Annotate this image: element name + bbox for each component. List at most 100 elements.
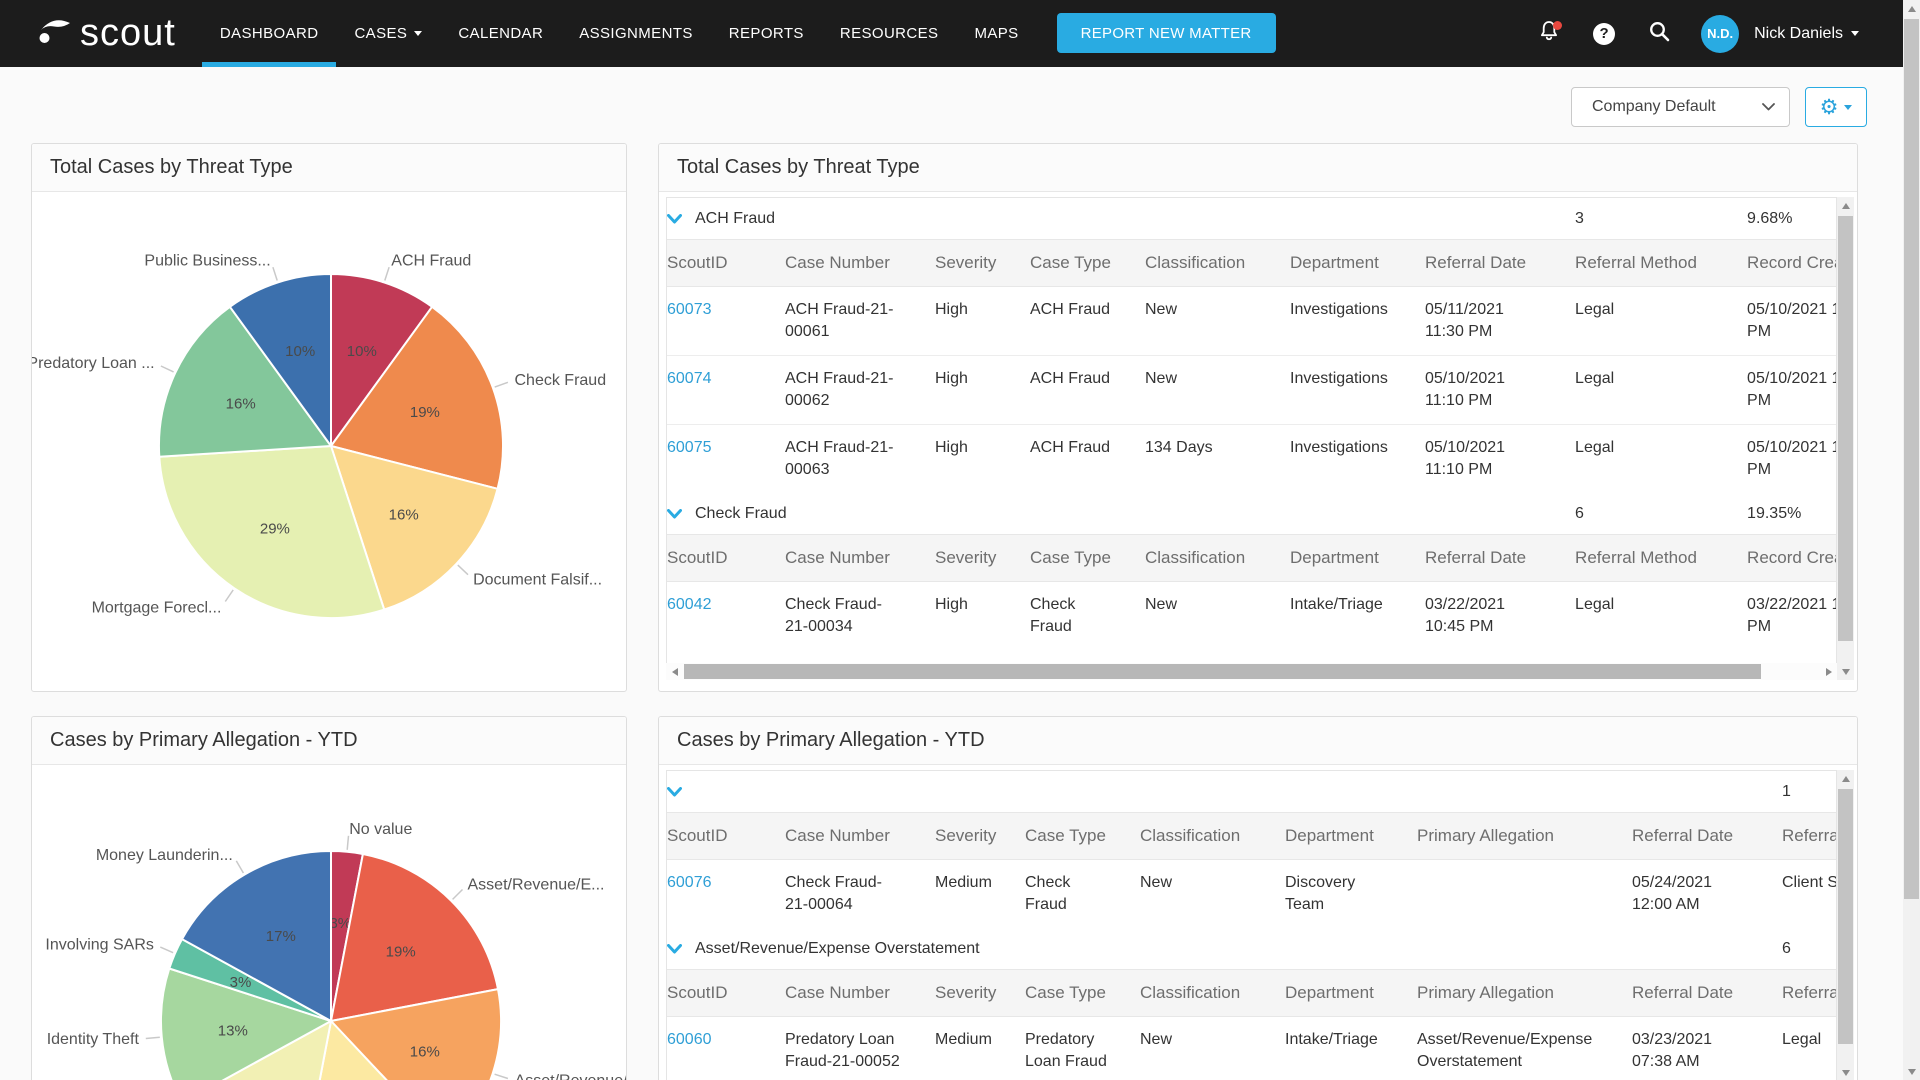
pie-percent-label: 16% [389, 506, 419, 523]
group-percent: 9.68% [1747, 198, 1837, 240]
column-header[interactable]: Case Number [785, 813, 935, 860]
table-row[interactable]: 60076Check Fraud- 21-00064MediumCheck Fr… [667, 860, 1837, 929]
scoutid-cell: 60042 [667, 582, 785, 651]
column-header[interactable]: ScoutID [667, 535, 785, 582]
dashboard-settings-button[interactable]: ⚙ [1805, 87, 1867, 127]
collapse-chevron-icon[interactable] [667, 787, 682, 797]
scoutid-link[interactable]: 60060 [667, 1031, 712, 1048]
column-header[interactable]: Severity [935, 535, 1030, 582]
table-row[interactable]: 60042Check Fraud- 21-00034HighCheck Frau… [667, 582, 1837, 651]
collapse-chevron-icon[interactable] [667, 509, 682, 519]
column-header[interactable]: Referral Method [1782, 813, 1837, 860]
scrollbar-thumb[interactable] [1838, 216, 1853, 641]
pie-percent-label: 13% [218, 1022, 248, 1039]
column-header[interactable]: Primary Allegation [1417, 970, 1632, 1017]
table-row[interactable]: 60075ACH Fraud-21- 00063HighACH Fraud134… [667, 425, 1837, 494]
column-header[interactable]: Case Number [785, 535, 935, 582]
table-row[interactable]: 60060Predatory Loan Fraud-21-00052Medium… [667, 1017, 1837, 1080]
user-menu[interactable]: Nick Daniels [1754, 25, 1859, 43]
nav-item-reports[interactable]: REPORTS [711, 0, 822, 67]
group-count: 1 [1782, 771, 1837, 813]
nav-item-dashboard[interactable]: DASHBOARD [202, 0, 337, 67]
table-cell: Legal [1575, 582, 1747, 651]
table-cell: Legal [1782, 1017, 1837, 1080]
panel-title: Total Cases by Threat Type [50, 156, 293, 179]
column-header[interactable]: Classification [1140, 813, 1285, 860]
help-button[interactable]: ? [1591, 21, 1617, 47]
column-header[interactable]: Classification [1140, 970, 1285, 1017]
column-header[interactable]: Department [1285, 813, 1417, 860]
scoutid-link[interactable]: 60073 [667, 301, 712, 318]
table-row[interactable]: 60073ACH Fraud-21- 00061HighACH FraudNew… [667, 287, 1837, 356]
column-header[interactable]: Referral Date [1425, 240, 1575, 287]
report-new-matter-button[interactable]: REPORT NEW MATTER [1057, 13, 1276, 53]
column-header[interactable]: Case Number [785, 970, 935, 1017]
column-header[interactable]: Referral Method [1575, 535, 1747, 582]
column-header[interactable]: Severity [935, 813, 1025, 860]
column-header[interactable]: Department [1290, 240, 1425, 287]
table-vertical-scrollbar[interactable] [1837, 770, 1854, 1080]
group-row: ACH Fraud39.68% [667, 198, 1837, 240]
scoutid-link[interactable]: 60075 [667, 439, 712, 456]
page-scrollbar[interactable] [1903, 0, 1920, 1080]
nav-item-label: REPORTS [729, 25, 804, 42]
column-header[interactable]: ScoutID [667, 813, 785, 860]
column-header[interactable]: ScoutID [667, 970, 785, 1017]
nav-menu: DASHBOARDCASESCALENDAR ASSIGNMENTS REPORTS… [202, 0, 1037, 67]
column-header[interactable]: Record Created [1747, 535, 1837, 582]
pie-slice-label: Predatory Loan ... [32, 355, 155, 372]
nav-item-calendar[interactable]: CALENDAR [440, 0, 561, 67]
column-header[interactable]: Case Type [1030, 240, 1145, 287]
column-header[interactable]: Referral Method [1575, 240, 1747, 287]
column-header[interactable]: Record Created [1747, 240, 1837, 287]
collapse-chevron-icon[interactable] [667, 944, 682, 954]
table-horizontal-scrollbar[interactable] [666, 663, 1837, 680]
scoutid-link[interactable]: 60074 [667, 370, 712, 387]
column-header[interactable]: Referral Date [1632, 813, 1782, 860]
nav-item-assignments[interactable]: ASSIGNMENTS [561, 0, 711, 67]
column-header[interactable]: Department [1290, 535, 1425, 582]
column-header[interactable]: Severity [935, 240, 1030, 287]
column-header[interactable]: Severity [935, 970, 1025, 1017]
nav-item-label: ASSIGNMENTS [579, 25, 693, 42]
column-header[interactable]: ScoutID [667, 240, 785, 287]
table-vertical-scrollbar[interactable] [1837, 197, 1854, 680]
search-button[interactable] [1646, 21, 1672, 47]
scoutid-link[interactable]: 60042 [667, 596, 712, 613]
column-header[interactable]: Referral Date [1632, 970, 1782, 1017]
column-header[interactable]: Primary Allegation [1417, 813, 1632, 860]
table-cell: Legal [1575, 356, 1747, 425]
table-cell: Predatory Loan Fraud-21-00052 [785, 1017, 935, 1080]
table-cell: New [1145, 582, 1290, 651]
column-header[interactable]: Case Type [1030, 535, 1145, 582]
collapse-chevron-icon[interactable] [667, 214, 682, 224]
avatar[interactable]: N.D. [1701, 15, 1739, 53]
column-header[interactable]: Classification [1145, 240, 1290, 287]
column-header[interactable]: Classification [1145, 535, 1290, 582]
group-label: Check Fraud [695, 505, 787, 522]
table-cell: 05/10/2021 11:10 PM [1425, 356, 1575, 425]
table-cell: High [935, 356, 1030, 425]
table-row[interactable]: 60074ACH Fraud-21- 00062HighACH FraudNew… [667, 356, 1837, 425]
pie-label-line [458, 565, 468, 575]
app-logo[interactable]: scout [38, 0, 176, 67]
table-cell: Check Fraud- 21-00064 [785, 860, 935, 929]
data-grid: ACH Fraud39.68%ScoutIDCase NumberSeverit… [667, 198, 1837, 650]
notifications-button[interactable] [1536, 21, 1562, 47]
column-header[interactable]: Case Number [785, 240, 935, 287]
nav-item-cases[interactable]: CASES [336, 0, 440, 67]
scrollbar-thumb[interactable] [1838, 789, 1853, 1044]
column-header[interactable]: Referral Method [1782, 970, 1837, 1017]
nav-item-maps[interactable]: MAPS [956, 0, 1036, 67]
column-header[interactable]: Department [1285, 970, 1417, 1017]
group-count: 6 [1575, 493, 1747, 535]
pie-percent-label: 10% [285, 343, 315, 360]
dashboard-select[interactable]: Company Default [1571, 87, 1790, 127]
column-header[interactable]: Case Type [1025, 813, 1140, 860]
column-header[interactable]: Case Type [1025, 970, 1140, 1017]
scrollbar-thumb[interactable] [1904, 19, 1919, 899]
scrollbar-thumb[interactable] [684, 664, 1761, 679]
column-header[interactable]: Referral Date [1425, 535, 1575, 582]
scoutid-link[interactable]: 60076 [667, 874, 712, 891]
nav-item-resources[interactable]: RESOURCES [822, 0, 957, 67]
